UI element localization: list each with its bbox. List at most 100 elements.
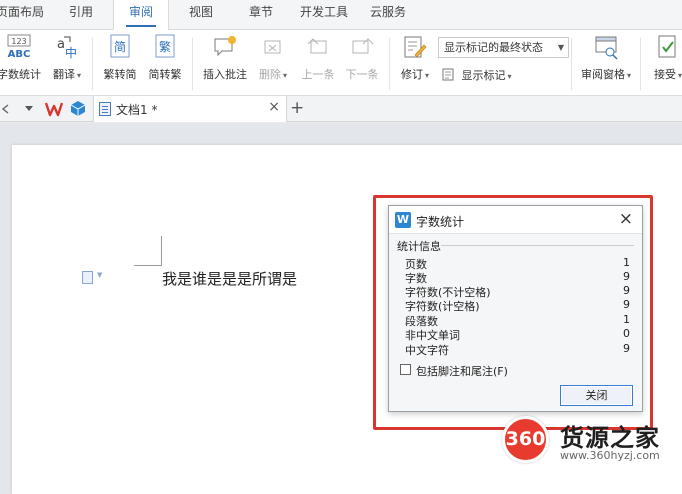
document-icon bbox=[99, 102, 111, 116]
accept-dropdown-icon: ▾ bbox=[677, 71, 682, 80]
stat-value: 9 bbox=[623, 284, 630, 297]
previous-comment-button[interactable]: 上一条 bbox=[298, 34, 338, 82]
simplified-to-traditional-button[interactable]: 繁 简转繁 bbox=[145, 34, 185, 82]
traditional-to-simplified-label: 繁转简 bbox=[103, 68, 137, 81]
accept-changes-icon bbox=[658, 35, 676, 58]
statistics-group-label: 统计信息 bbox=[397, 240, 441, 253]
accept-changes-label: 接受 bbox=[653, 68, 676, 81]
translate-label: 翻译 bbox=[52, 68, 75, 81]
wps-writer-icon: W bbox=[395, 212, 411, 228]
group-divider bbox=[441, 245, 634, 246]
insert-comment-icon bbox=[214, 36, 236, 57]
svg-text:ABC: ABC bbox=[8, 49, 31, 60]
review-pane-button[interactable]: 审阅窗格 ▾ bbox=[576, 34, 636, 82]
word-count-label: 字数统计 bbox=[0, 68, 41, 81]
stat-value: 9 bbox=[623, 342, 630, 355]
ribbon-separator bbox=[571, 38, 572, 90]
track-changes-label: 修订 bbox=[400, 68, 423, 81]
stat-value: 0 bbox=[623, 327, 630, 340]
word-count-icon: 123 ABC bbox=[7, 34, 31, 60]
stat-value: 9 bbox=[623, 270, 630, 283]
stat-row-chars-no-spaces: 字符数(不计空格) 9 bbox=[405, 284, 630, 299]
dialog-title-bar: W 字数统计 × bbox=[389, 206, 642, 234]
tab-references[interactable]: 引用 bbox=[58, 0, 104, 30]
dialog-title: 字数统计 bbox=[416, 215, 465, 229]
accept-changes-button[interactable]: 接受 ▾ bbox=[648, 34, 682, 82]
quick-menu-caret-icon[interactable] bbox=[24, 105, 34, 113]
track-changes-dropdown-icon: ▾ bbox=[424, 71, 429, 80]
next-comment-button[interactable]: 下一条 bbox=[342, 34, 382, 82]
paragraph-layout-icon[interactable] bbox=[82, 271, 93, 284]
traditional-char-icon: 繁 bbox=[155, 34, 175, 58]
markup-state-select[interactable]: 显示标记的最终状态 ▼ bbox=[438, 37, 569, 58]
delete-comment-button[interactable]: 删除 ▾ bbox=[254, 34, 292, 82]
show-markup-label: 显示标记 bbox=[461, 69, 506, 82]
svg-text:a: a bbox=[57, 37, 65, 52]
svg-text:123: 123 bbox=[11, 37, 26, 46]
stat-row-chinese-chars: 中文字符 9 bbox=[405, 342, 630, 357]
paragraph-dropdown-icon[interactable]: ▼ bbox=[97, 271, 102, 279]
review-pane-icon bbox=[595, 36, 618, 60]
previous-comment-icon bbox=[307, 38, 327, 54]
stat-value: 1 bbox=[623, 256, 630, 269]
margin-corner-mark bbox=[134, 265, 162, 266]
ribbon-separator bbox=[92, 38, 93, 90]
previous-comment-label: 上一条 bbox=[301, 68, 335, 81]
ribbon-separator bbox=[640, 38, 641, 90]
include-footnotes-checkbox[interactable] bbox=[400, 364, 411, 375]
svg-text:繁: 繁 bbox=[159, 39, 171, 54]
tab-page-layout[interactable]: 页面布局 bbox=[0, 0, 46, 30]
insert-comment-button[interactable]: 插入批注 bbox=[200, 34, 250, 82]
track-changes-button[interactable]: 修订 ▾ bbox=[395, 34, 435, 82]
traditional-to-simplified-button[interactable]: 简 繁转简 bbox=[100, 34, 140, 82]
watermark-site-name: 货源之家 bbox=[560, 424, 660, 452]
review-pane-label: 审阅窗格 bbox=[580, 68, 625, 81]
document-tab-label: 文档1 * bbox=[116, 103, 158, 117]
word-count-dialog: W 字数统计 × 统计信息 页数 1 字数 9 字符数(不计空格) 9 字符数(… bbox=[388, 205, 643, 412]
show-markup-button[interactable]: 显示标记 ▾ bbox=[442, 67, 512, 83]
simplified-char-icon: 简 bbox=[110, 34, 130, 58]
show-markup-icon bbox=[442, 68, 454, 81]
cube-icon[interactable] bbox=[70, 100, 86, 117]
next-comment-label: 下一条 bbox=[345, 68, 379, 81]
new-tab-button[interactable]: + bbox=[290, 98, 304, 118]
delete-dropdown-icon: ▾ bbox=[282, 71, 287, 80]
delete-comment-icon bbox=[264, 40, 281, 54]
margin-corner-mark bbox=[161, 236, 162, 266]
include-footnotes-label[interactable]: 包括脚注和尾注(F) bbox=[416, 363, 508, 379]
markup-state-value: 显示标记的最终状态 bbox=[444, 41, 543, 54]
close-button[interactable]: 关闭 bbox=[560, 385, 633, 406]
tab-cloud-service[interactable]: 云服务 bbox=[362, 0, 414, 30]
show-markup-dropdown-icon: ▾ bbox=[507, 72, 512, 81]
document-tab[interactable]: 文档1 * × bbox=[93, 96, 287, 122]
tab-sections[interactable]: 章节 bbox=[238, 0, 284, 30]
watermark-logo: 360 bbox=[502, 416, 549, 463]
tab-review[interactable]: 审阅 bbox=[113, 0, 169, 31]
track-changes-icon bbox=[404, 36, 427, 58]
chevron-down-icon: ▼ bbox=[557, 43, 564, 52]
document-body-text[interactable]: 我是谁是是是所谓是 bbox=[162, 268, 297, 289]
close-icon[interactable]: × bbox=[619, 209, 633, 229]
review-pane-dropdown-icon: ▾ bbox=[626, 71, 631, 80]
stat-value: 1 bbox=[623, 313, 630, 326]
next-comment-icon bbox=[352, 38, 374, 54]
tab-developer-tools[interactable]: 开发工具 bbox=[292, 0, 356, 30]
stat-row-words: 字数 9 bbox=[405, 270, 630, 285]
back-arrow-icon[interactable] bbox=[0, 103, 10, 115]
tab-view[interactable]: 视图 bbox=[178, 0, 224, 30]
stat-value: 9 bbox=[623, 298, 630, 311]
word-count-button[interactable]: 123 ABC 字数统计 bbox=[0, 34, 44, 82]
stat-label: 中文字符 bbox=[405, 344, 449, 357]
translate-icon: a 中 bbox=[57, 36, 77, 60]
wps-logo-icon[interactable] bbox=[45, 101, 63, 117]
simplified-to-traditional-label: 简转繁 bbox=[148, 68, 182, 81]
stat-row-non-chinese-words: 非中文单词 0 bbox=[405, 327, 630, 342]
ribbon-separator bbox=[389, 38, 390, 90]
ribbon-separator bbox=[192, 38, 193, 90]
document-tab-strip: 文档1 * × + bbox=[0, 96, 682, 122]
translate-button[interactable]: a 中 翻译 ▾ bbox=[48, 34, 86, 82]
close-tab-icon[interactable]: × bbox=[268, 99, 280, 115]
stat-row-paragraphs: 段落数 1 bbox=[405, 313, 630, 328]
delete-comment-label: 删除 bbox=[258, 68, 281, 81]
ribbon-tab-bar: 页面布局 引用 审阅 视图 章节 开发工具 云服务 bbox=[0, 0, 682, 31]
